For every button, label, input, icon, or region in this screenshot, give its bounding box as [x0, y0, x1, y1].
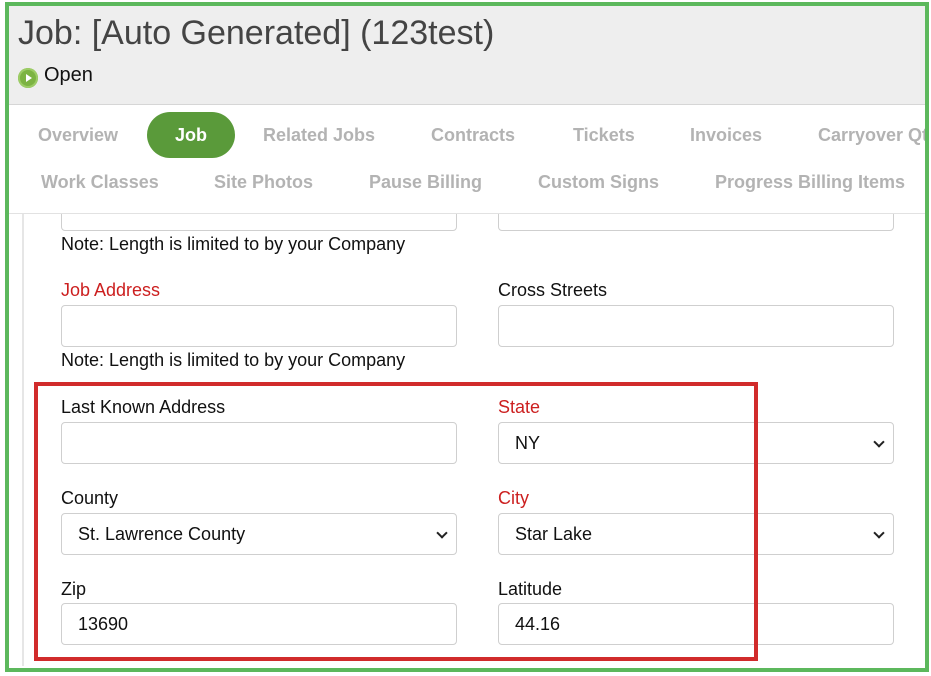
tab-pause-billing[interactable]: Pause Billing: [369, 159, 482, 205]
length-note-2: Note: Length is limited to by your Compa…: [61, 350, 406, 370]
zip-input[interactable]: 13690: [61, 603, 457, 645]
tab-job[interactable]: Job: [147, 112, 236, 158]
page-title: Job: [Auto Generated] (123test): [18, 14, 495, 52]
tab-site-photos[interactable]: Site Photos: [214, 159, 313, 205]
last-known-address-input[interactable]: [61, 422, 457, 464]
cross-streets-input[interactable]: [498, 305, 894, 347]
previous-field-input-left[interactable]: [61, 214, 457, 231]
state-label: State: [498, 397, 541, 417]
tab-related-jobs[interactable]: Related Jobs: [263, 112, 375, 158]
county-select[interactable]: St. Lawrence County: [61, 513, 457, 555]
state-select[interactable]: NY: [498, 422, 894, 464]
tab-work-classes[interactable]: Work Classes: [41, 159, 159, 205]
tab-invoices[interactable]: Invoices: [690, 112, 762, 158]
job-address-label: Job Address: [61, 280, 161, 300]
job-address-input[interactable]: [61, 305, 457, 347]
previous-field-input-right[interactable]: [498, 214, 894, 231]
latitude-input[interactable]: 44.16: [498, 603, 894, 645]
length-note: Note: Length is limited to by your Compa…: [61, 234, 406, 254]
tab-custom-signs[interactable]: Custom Signs: [538, 159, 659, 205]
last-known-address-label: Last Known Address: [61, 397, 226, 417]
page-header: Job: [Auto Generated] (123test) Open: [9, 6, 925, 105]
job-form: Note: Length is limited to by your Compa…: [22, 214, 927, 666]
cross-streets-label: Cross Streets: [498, 280, 608, 300]
city-select[interactable]: Star Lake: [498, 513, 894, 555]
tab-tickets[interactable]: Tickets: [573, 112, 635, 158]
play-status-icon: [18, 68, 38, 88]
county-label: County: [61, 488, 119, 508]
zip-label: Zip: [61, 579, 87, 599]
tab-bar: Overview Job Related Jobs Contracts Tick…: [9, 105, 925, 214]
tab-carryover-qty[interactable]: Carryover Qty: [818, 112, 925, 158]
tab-progress-billing-items[interactable]: Progress Billing Items: [715, 159, 905, 205]
tab-contracts[interactable]: Contracts: [431, 112, 515, 158]
city-label: City: [498, 488, 529, 508]
status-label: Open: [44, 64, 93, 86]
tab-overview[interactable]: Overview: [38, 112, 118, 158]
latitude-label: Latitude: [498, 579, 563, 599]
